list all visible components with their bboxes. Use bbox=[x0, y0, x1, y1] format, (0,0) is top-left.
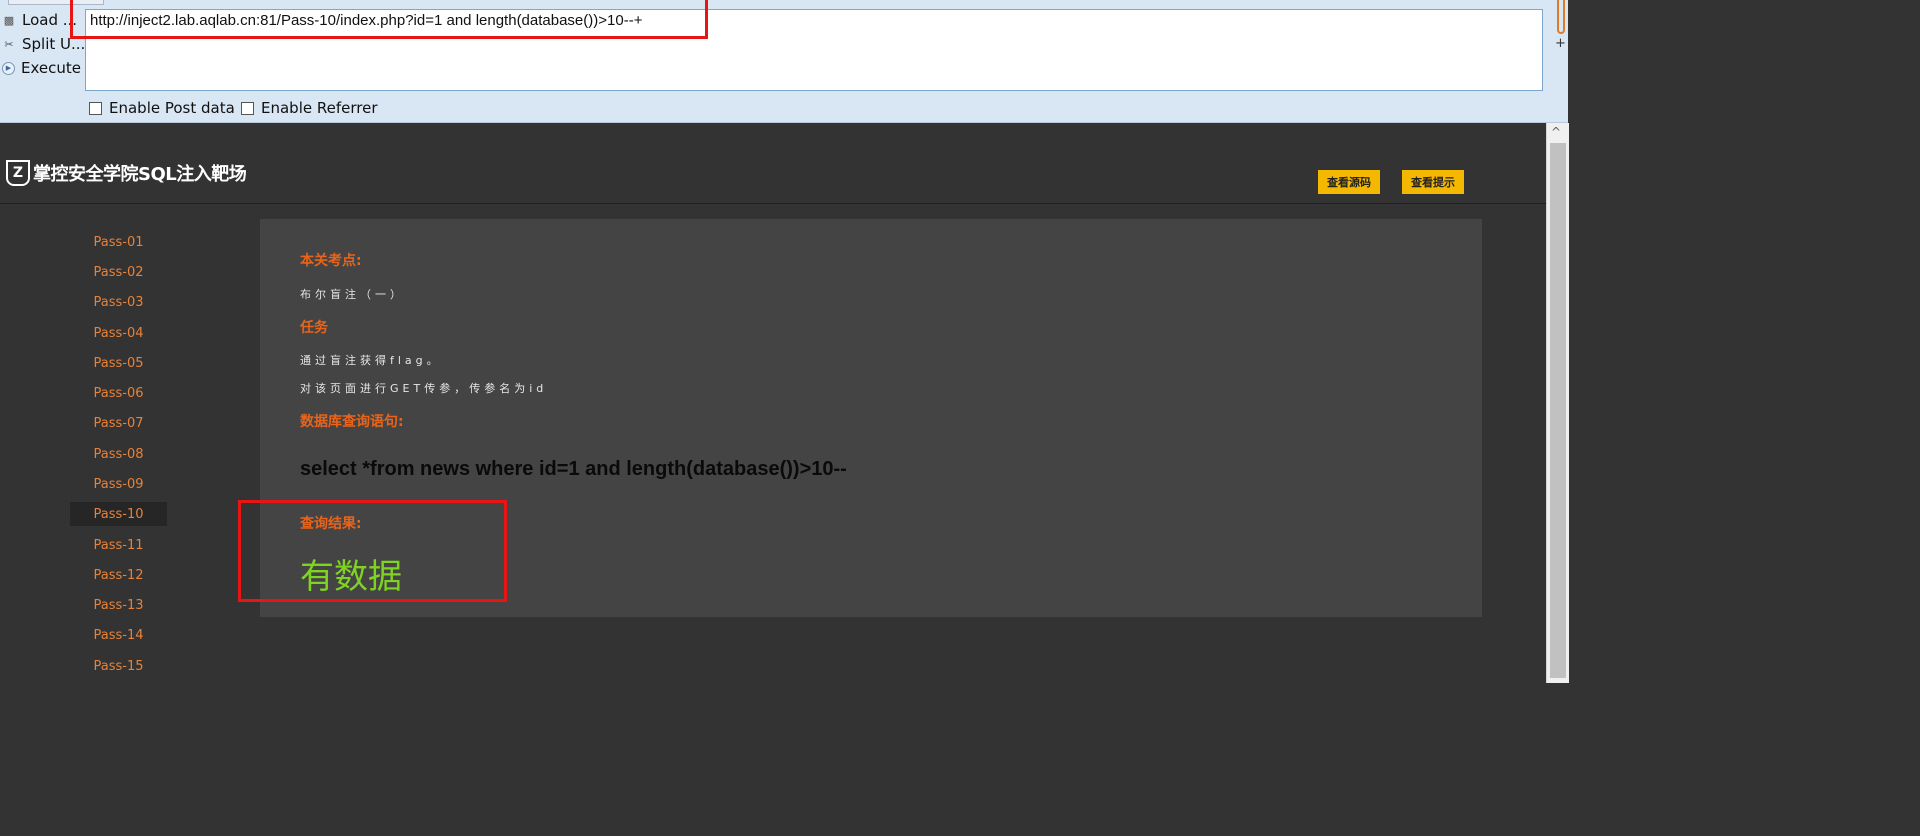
load-url-button[interactable]: ▩ Load ... bbox=[2, 9, 77, 31]
task-line-1: 通过盲注获得flag。 bbox=[300, 354, 442, 367]
task-heading: 任务 bbox=[300, 320, 328, 336]
view-hint-button[interactable]: 查看提示 bbox=[1402, 170, 1464, 194]
query-heading: 数据库查询语句: bbox=[300, 414, 404, 430]
sidebar-item-pass-15[interactable]: Pass-15 bbox=[70, 654, 167, 678]
split-url-label: Split U... bbox=[22, 35, 86, 53]
site-logo: Z 掌控安全学院SQL注入靶场 bbox=[6, 160, 247, 186]
sidebar-item-pass-09[interactable]: Pass-09 bbox=[70, 472, 167, 496]
sidebar-item-pass-13[interactable]: Pass-13 bbox=[70, 593, 167, 617]
page-scrollbar[interactable]: ^ bbox=[1546, 123, 1569, 683]
hackbar-tab[interactable] bbox=[8, 0, 104, 5]
execute-button[interactable]: ▶ Execute bbox=[2, 57, 81, 79]
topic-text: 布尔盲注（一） bbox=[300, 288, 405, 301]
result-heading: 查询结果: bbox=[300, 516, 362, 532]
sidebar-item-pass-14[interactable]: Pass-14 bbox=[70, 623, 167, 647]
task-line-2: 对该页面进行GET传参，传参名为id bbox=[300, 382, 548, 395]
sidebar-item-pass-10[interactable]: Pass-10 bbox=[70, 502, 167, 526]
topic-heading: 本关考点: bbox=[300, 253, 362, 269]
url-input[interactable]: http://inject2.lab.aqlab.cn:81/Pass-10/i… bbox=[85, 9, 1543, 91]
load-url-label: Load ... bbox=[22, 11, 78, 29]
view-source-button[interactable]: 查看源码 bbox=[1318, 170, 1380, 194]
shield-logo-icon: Z bbox=[6, 160, 30, 186]
split-url-button[interactable]: ✂ Split U... bbox=[2, 33, 85, 55]
sidebar-item-pass-11[interactable]: Pass-11 bbox=[70, 533, 167, 557]
query-result-value: 有数据 bbox=[300, 557, 402, 597]
sidebar-item-pass-12[interactable]: Pass-12 bbox=[70, 563, 167, 587]
expand-plus-icon[interactable]: + bbox=[1555, 36, 1566, 51]
hackbar-panel: ▩ Load ... ✂ Split U... ▶ Execute http:/… bbox=[0, 0, 1568, 123]
enable-post-data-checkbox[interactable] bbox=[89, 101, 102, 115]
challenge-panel: 本关考点: 布尔盲注（一） 任务 通过盲注获得flag。 对该页面进行GET传参… bbox=[260, 219, 1482, 617]
sidebar-item-pass-04[interactable]: Pass-04 bbox=[70, 321, 167, 345]
enable-post-data-label: Enable Post data bbox=[109, 99, 235, 117]
scroll-up-arrow-icon[interactable]: ^ bbox=[1551, 125, 1561, 139]
query-sql-statement: select *from news where id=1 and length(… bbox=[300, 458, 847, 480]
execute-arrow-icon: ▶ bbox=[2, 61, 15, 75]
sidebar-item-pass-05[interactable]: Pass-05 bbox=[70, 351, 167, 375]
sidebar-item-pass-06[interactable]: Pass-06 bbox=[70, 381, 167, 405]
sidebar-item-pass-08[interactable]: Pass-08 bbox=[70, 442, 167, 466]
sidebar-item-pass-07[interactable]: Pass-07 bbox=[70, 411, 167, 435]
enable-referrer-label: Enable Referrer bbox=[261, 99, 378, 117]
scrollbar-thumb[interactable] bbox=[1550, 143, 1566, 678]
url-input-value: http://inject2.lab.aqlab.cn:81/Pass-10/i… bbox=[90, 12, 643, 29]
hackbar-side-controls: + bbox=[1552, 0, 1568, 122]
scissors-icon: ✂ bbox=[4, 37, 14, 51]
sidebar-item-pass-02[interactable]: Pass-02 bbox=[70, 260, 167, 284]
load-url-icon: ▩ bbox=[3, 13, 15, 27]
level-sidebar: Pass-01 Pass-02 Pass-03 Pass-04 Pass-05 … bbox=[0, 204, 240, 683]
enable-post-data-option[interactable]: Enable Post data bbox=[89, 99, 235, 117]
sidebar-item-pass-03[interactable]: Pass-03 bbox=[70, 290, 167, 314]
enable-referrer-checkbox[interactable] bbox=[241, 101, 254, 115]
hackbar-scroll-handle[interactable] bbox=[1557, 0, 1565, 34]
enable-referrer-option[interactable]: Enable Referrer bbox=[241, 99, 377, 117]
site-title: 掌控安全学院SQL注入靶场 bbox=[33, 164, 247, 185]
page-header: Z 掌控安全学院SQL注入靶场 查看源码 查看提示 bbox=[0, 123, 1546, 204]
sidebar-item-pass-01[interactable]: Pass-01 bbox=[70, 230, 167, 254]
execute-label: Execute bbox=[21, 59, 81, 77]
